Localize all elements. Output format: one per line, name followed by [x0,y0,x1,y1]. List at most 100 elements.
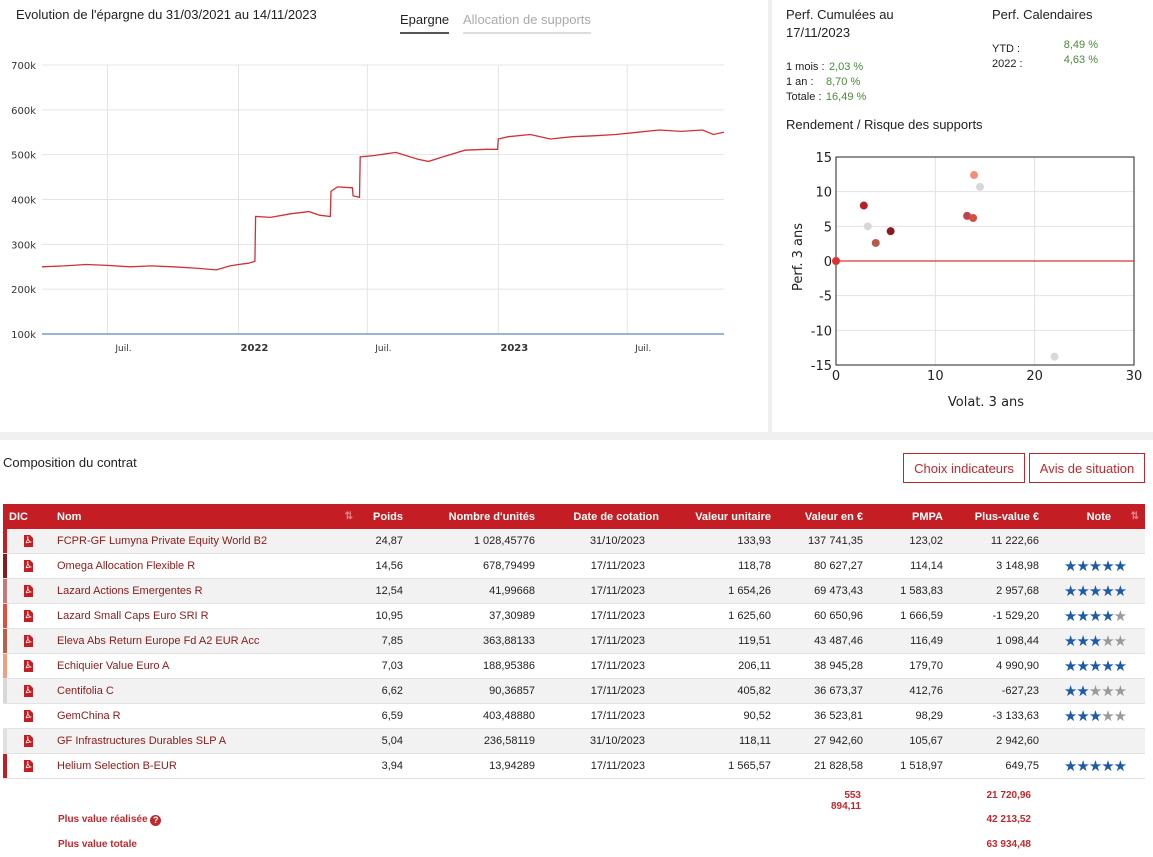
risk-y-tick-label: 0 [824,255,832,270]
plus-value: 2 957,68 [949,578,1045,604]
valeur-unitaire: 90,52 [665,703,777,729]
fund-name[interactable]: FCPR-GF Lumyna Private Equity World B2 [51,529,359,554]
nombre-unites: 37,30989 [409,603,541,629]
plus-value-totale: 63 934,48 [986,839,1032,850]
fund-name[interactable]: Lazard Actions Emergentes R [51,578,359,604]
perf-cumul-title: Perf. Cumulées au 17/11/2023 [786,7,894,40]
col-unites[interactable]: Nombre d'unités [409,504,541,529]
fund-name[interactable]: GF Infrastructures Durables SLP A [51,728,359,754]
col-plus-value[interactable]: Plus-value € [949,504,1045,529]
fund-name[interactable]: Echiquier Value Euro A [51,653,359,679]
dic-cell[interactable] [3,628,51,654]
fund-name[interactable]: Lazard Small Caps Euro SRI R [51,603,359,629]
risk-point [832,257,840,265]
fund-name[interactable]: Eleva Abs Return Europe Fd A2 EUR Acc [51,628,359,654]
dic-cell[interactable] [3,678,51,704]
evolution-x-ticks: Juil. 2022 Juil. 2023 Juil. [114,343,651,354]
risk-x-tick-label: 10 [927,369,944,384]
valeur-unitaire: 1 565,57 [665,753,777,779]
perf-cal-list: YTD :8,49 % 2022 :4,63 % [992,39,1098,70]
composition-title: Composition du contrat [3,455,137,470]
risk-y-tick-label: -5 [819,290,832,305]
note: ★★★★★ [1045,603,1145,629]
valeur-unitaire: 1 625,60 [665,603,777,629]
valeur-euro: 80 627,27 [777,553,869,579]
col-date[interactable]: Date de cotation [541,504,665,529]
nombre-unites: 90,36857 [409,678,541,704]
col-valeur[interactable]: Valeur en € [777,504,869,529]
poids: 24,87 [359,529,409,554]
table-row: Lazard Small Caps Euro SRI R 10,95 37,3098… [3,603,1145,629]
perf-cumul-list: 1 mois : 2,03 % 1 an : 8,70 % Totale : 1… [786,57,867,103]
col-nom[interactable]: Nom ⇅ [51,504,359,529]
plus-value-realisee: 42 213,52 [986,814,1032,825]
dic-cell[interactable] [3,603,51,629]
dic-color-bar [3,579,7,603]
rating-stars: ★★★★★ [1063,558,1127,575]
evolution-y-tick-label: 100k [11,330,36,341]
fund-name[interactable]: GemChina R [51,703,359,729]
pdf-icon [24,759,33,772]
poids: 6,59 [359,703,409,729]
dic-cell[interactable] [3,703,51,729]
col-valeur-unitaire[interactable]: Valeur unitaire [665,504,777,529]
col-dic[interactable]: DIC [3,504,51,529]
table-row: GemChina R 6,59 403,48880 17/11/2023 90,52 36… [3,703,1145,729]
evolution-y-tick-label: 600k [11,106,36,117]
dic-cell[interactable] [3,553,51,579]
fund-name[interactable]: Omega Allocation Flexible R [51,553,359,579]
dic-cell[interactable] [3,728,51,754]
dic-color-bar [3,604,7,628]
evolution-x-tick-label: Juil. [634,344,651,354]
fund-name[interactable]: Helium Selection B-EUR [51,753,359,779]
valeur-euro: 137 741,35 [777,529,869,554]
dic-color-bar [3,629,7,653]
note [1045,529,1145,554]
table-row: Omega Allocation Flexible R 14,56 678,7949… [3,553,1145,579]
perf-value: 16,49 % [825,91,867,103]
dic-cell[interactable] [3,529,51,554]
risk-point [970,171,979,180]
fund-name[interactable]: Centifolia C [51,678,359,704]
sort-icon: ⇅ [344,510,353,522]
avis-situation-button[interactable]: Avis de situation [1029,453,1145,483]
valeur-euro: 27 942,60 [777,728,869,754]
help-icon[interactable]: ? [150,815,162,826]
rating-stars: ★★★★★ [1063,708,1127,725]
table-row: Echiquier Value Euro A 7,03 188,95386 17/11… [3,653,1145,679]
nombre-unites: 236,58119 [409,728,541,754]
nombre-unites: 363,88133 [409,628,541,654]
tab-epargne[interactable]: Epargne [400,12,450,34]
dic-cell[interactable] [3,753,51,779]
pdf-icon [24,534,33,547]
pmpa: 412,76 [869,678,949,704]
dic-color-bar [3,754,7,778]
dic-color-bar [3,654,7,678]
valeur-unitaire: 119,51 [665,628,777,654]
pmpa: 179,70 [869,653,949,679]
nombre-unites: 41,99668 [409,578,541,604]
col-poids[interactable]: Poids [359,504,409,529]
pmpa: 1 518,97 [869,753,949,779]
poids: 12,54 [359,578,409,604]
total-plus-value: 21 720,96 [986,790,1032,801]
date-cotation: 31/10/2023 [541,529,665,554]
poids: 5,04 [359,728,409,754]
pdf-icon [24,734,33,747]
pdf-icon [24,609,33,622]
col-note[interactable]: Note ⇅ [1045,504,1145,529]
dic-cell[interactable] [3,653,51,679]
dic-cell[interactable] [3,578,51,604]
plus-value: 1 098,44 [949,628,1045,654]
plus-value: 649,75 [949,753,1045,779]
valeur-unitaire: 1 654,26 [665,578,777,604]
choix-indicateurs-button[interactable]: Choix indicateurs [903,453,1025,483]
col-pmpa[interactable]: PMPA [869,504,949,529]
rating-stars: ★★★★★ [1063,658,1127,675]
evolution-chart: 100k200k300k400k500k600k700k Juil. 2022 Ju… [11,61,725,354]
tab-allocation[interactable]: Allocation de supports [463,12,591,34]
pdf-icon [24,634,33,647]
dic-color-bar [3,679,7,703]
valeur-unitaire: 133,93 [665,529,777,554]
note: ★★★★★ [1045,628,1145,654]
